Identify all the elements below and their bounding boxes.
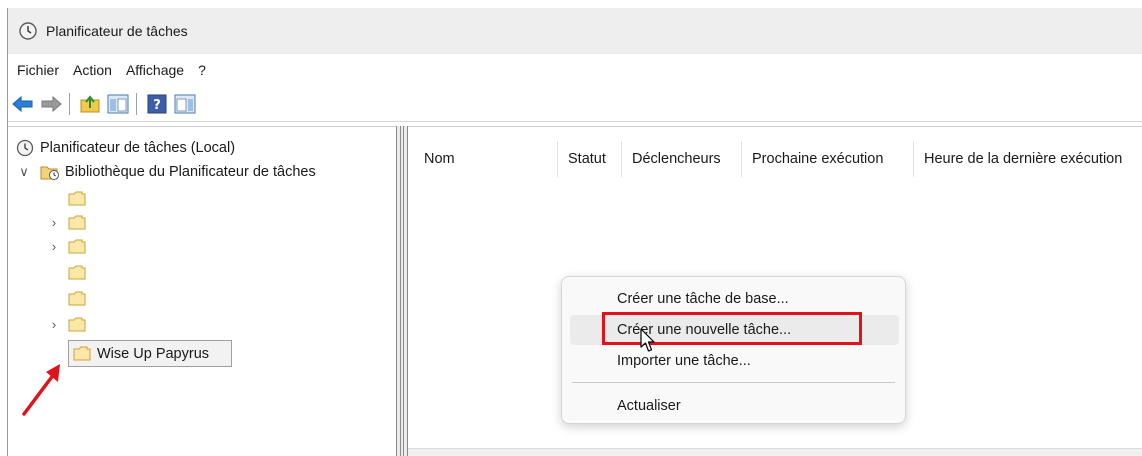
toolbar: ? [8, 86, 1142, 122]
chevron-right-icon[interactable]: › [46, 316, 62, 332]
mouse-cursor-icon [640, 328, 655, 352]
folder-icon [73, 346, 91, 361]
menu-bar: Fichier Action Affichage ? [8, 54, 1142, 86]
tree-folder[interactable]: › [46, 210, 86, 234]
action-pane-icon[interactable] [172, 91, 198, 117]
horizontal-scrollbar[interactable] [408, 448, 1142, 456]
column-header-prochaine-execution[interactable]: Prochaine exécution [742, 141, 914, 177]
title-bar: Planificateur de tâches [8, 8, 1142, 54]
show-hide-tree-icon[interactable] [105, 91, 131, 117]
folder-icon [68, 291, 86, 306]
clock-icon [18, 21, 38, 41]
chevron-right-icon[interactable]: › [46, 238, 62, 254]
tree-folder[interactable] [68, 260, 86, 284]
window-title: Planificateur de tâches [46, 23, 188, 39]
menu-fichier[interactable]: Fichier [8, 62, 66, 78]
menu-item-creer-tache-de-base[interactable]: Créer une tâche de base... [570, 284, 899, 314]
help-icon[interactable]: ? [144, 91, 170, 117]
menu-help[interactable]: ? [191, 62, 213, 78]
tree-folder[interactable] [68, 286, 86, 310]
chevron-down-icon[interactable]: ∨ [16, 164, 32, 180]
column-header-declencheurs[interactable]: Déclencheurs [622, 141, 742, 177]
forward-arrow-icon[interactable] [38, 91, 64, 117]
column-header-nom[interactable]: Nom [414, 141, 558, 177]
menu-separator [572, 382, 895, 383]
back-arrow-icon[interactable] [10, 91, 36, 117]
up-folder-icon[interactable] [77, 91, 103, 117]
tree-folder[interactable]: › [46, 234, 86, 258]
tree-folder[interactable]: › [46, 312, 86, 336]
tree-library[interactable]: ∨ Bibliothèque du Planificateur de tâche… [16, 160, 316, 184]
selected-folder-label: Wise Up Papyrus [97, 345, 210, 362]
tree-library-label: Bibliothèque du Planificateur de tâches [65, 164, 316, 180]
folder-icon [68, 215, 86, 230]
pane-splitter[interactable] [396, 126, 408, 456]
tree-root[interactable]: Planificateur de tâches (Local) [16, 136, 235, 160]
menu-affichage[interactable]: Affichage [119, 62, 191, 78]
tree-root-label: Planificateur de tâches (Local) [40, 140, 236, 156]
toolbar-separator [136, 92, 137, 115]
annotation-arrow-icon [22, 364, 60, 416]
menu-item-actualiser[interactable]: Actualiser [570, 391, 899, 421]
library-folder-icon [40, 163, 60, 181]
toolbar-separator [69, 92, 70, 115]
context-menu: Créer une tâche de base... Créer une nou… [561, 276, 906, 424]
menu-action[interactable]: Action [66, 62, 119, 78]
folder-icon [68, 191, 86, 206]
folder-icon [68, 239, 86, 254]
folder-icon [68, 317, 86, 332]
tree-folder-wise-up-papyrus[interactable]: Wise Up Papyrus [68, 340, 232, 367]
folder-icon [68, 265, 86, 280]
column-header-statut[interactable]: Statut [558, 141, 622, 177]
svg-text:?: ? [153, 98, 161, 113]
tree-folder[interactable] [68, 186, 86, 210]
redacted-area [100, 184, 228, 336]
column-header-derniere-execution[interactable]: Heure de la dernière exécution [914, 141, 1142, 177]
chevron-right-icon[interactable]: › [46, 214, 62, 230]
clock-icon [16, 139, 34, 157]
menu-item-importer-tache[interactable]: Importer une tâche... [570, 346, 899, 376]
